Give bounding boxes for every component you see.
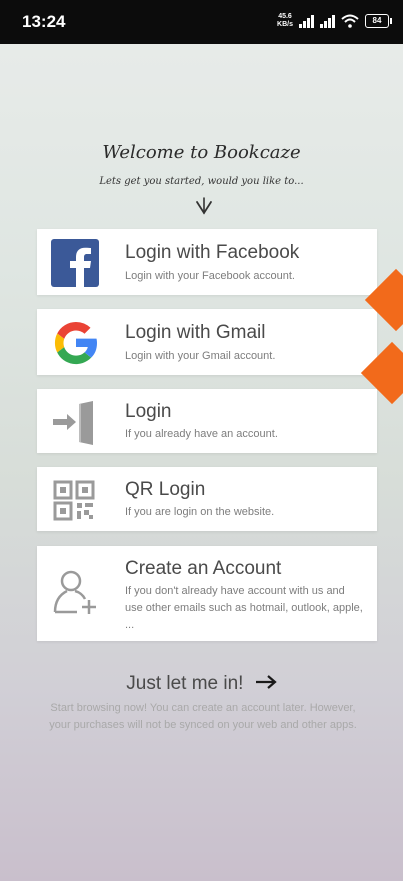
create-account-button[interactable]: Create an Account If you don't already h… bbox=[37, 546, 377, 641]
arrow-right-icon bbox=[255, 675, 277, 689]
guest-description: Start browsing now! You can create an ac… bbox=[49, 702, 357, 731]
option-title: QR Login bbox=[125, 479, 206, 500]
network-speed: 45.6 KB/s bbox=[277, 13, 293, 28]
add-user-icon bbox=[49, 566, 103, 620]
welcome-subtitle: Lets get you started, would you like to.… bbox=[99, 176, 304, 187]
signal-icon bbox=[299, 14, 314, 28]
option-desc: If you don't already have account with u… bbox=[125, 585, 363, 631]
login-button[interactable]: Login If you already have an account. bbox=[37, 389, 377, 453]
status-bar: 13:24 45.6 KB/s 84 bbox=[0, 0, 403, 44]
signal-icon-2 bbox=[320, 14, 335, 28]
just-let-me-in-link[interactable]: Just let me in! bbox=[0, 673, 403, 695]
arrow-down-icon bbox=[196, 197, 212, 215]
google-icon bbox=[49, 316, 103, 370]
qr-code-icon bbox=[49, 473, 103, 527]
battery-icon: 84 bbox=[365, 14, 392, 28]
option-desc: Login with your Gmail account. bbox=[125, 350, 276, 362]
just-let-me-in-label: Just let me in! bbox=[126, 673, 244, 694]
option-title: Login with Gmail bbox=[125, 322, 266, 343]
option-title: Login bbox=[125, 401, 172, 422]
wifi-icon bbox=[341, 14, 359, 28]
login-gmail-button[interactable]: Login with Gmail Login with your Gmail a… bbox=[37, 309, 377, 375]
login-facebook-button[interactable]: Login with Facebook Login with your Face… bbox=[37, 229, 377, 295]
status-icons: 45.6 KB/s 84 bbox=[277, 10, 392, 32]
option-desc: If you are login on the website. bbox=[125, 506, 275, 518]
welcome-title: Welcome to Bookcaze bbox=[102, 142, 301, 163]
option-desc: Login with your Facebook account. bbox=[125, 270, 295, 282]
option-desc: If you already have an account. bbox=[125, 428, 278, 440]
option-title: Login with Facebook bbox=[125, 242, 300, 263]
status-time: 13:24 bbox=[22, 12, 66, 31]
option-title: Create an Account bbox=[125, 558, 282, 579]
login-door-icon bbox=[49, 395, 103, 449]
qr-login-button[interactable]: QR Login If you are login on the website… bbox=[37, 467, 377, 531]
facebook-icon bbox=[49, 237, 103, 291]
